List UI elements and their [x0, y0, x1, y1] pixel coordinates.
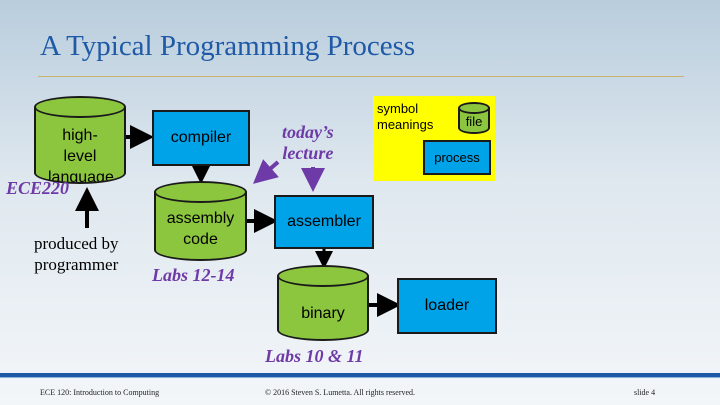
assembler-process: assembler — [274, 195, 374, 249]
symbol-legend: symbol meanings file process — [373, 96, 495, 181]
ece220-label: ECE220 — [6, 178, 70, 198]
footer-course: ECE 120: Introduction to Computing — [40, 388, 160, 397]
produced-by-programmer-label: produced by programmer — [34, 234, 119, 274]
binary-file: binary — [277, 265, 369, 341]
footer-copyright: © 2016 Steven S. Lumetta. All rights res… — [265, 388, 416, 397]
arrow-lecture-to-assembly — [252, 159, 280, 184]
assembly-code-label: assembly code — [166, 210, 235, 248]
high-level-language-file: high-level language — [34, 96, 126, 184]
legend-file-label: file — [465, 114, 483, 129]
loader-process: loader — [397, 278, 497, 334]
todays-lecture-label: today’s lecture — [282, 122, 334, 163]
footer-divider-light — [0, 377, 720, 378]
footer-slide-number: slide 4 — [634, 388, 656, 397]
legend-process-symbol: process — [423, 140, 491, 175]
legend-heading: symbol meanings — [377, 101, 434, 132]
binary-label: binary — [301, 305, 345, 322]
legend-file-symbol: file — [458, 102, 490, 134]
labs-12-14-label: Labs 12-14 — [152, 265, 235, 285]
labs-10-11-label: Labs 10 & 11 — [265, 346, 364, 366]
assembly-code-file: assembly code — [154, 181, 247, 261]
compiler-process: compiler — [152, 110, 250, 166]
high-level-language-label: high-level language — [48, 127, 114, 184]
